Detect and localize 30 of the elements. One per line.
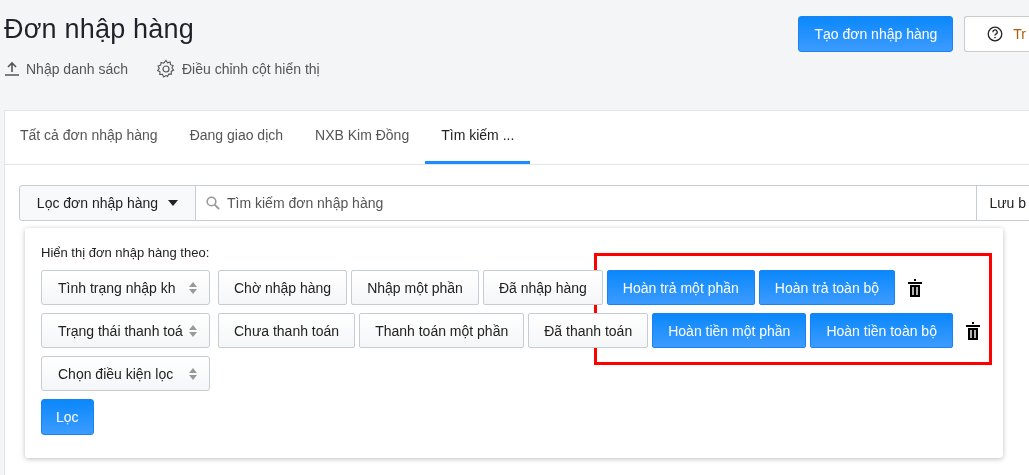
- sort-arrows-icon: [189, 367, 197, 380]
- tab[interactable]: NXB Kim Đồng: [299, 111, 426, 164]
- sort-arrows-icon: [189, 324, 197, 337]
- filter-field-select[interactable]: Tình trạng nhập kh: [41, 270, 210, 305]
- help-button[interactable]: Tr: [964, 16, 1029, 52]
- caret-icon: [168, 200, 179, 206]
- save-filter-button[interactable]: Lưu b: [977, 185, 1029, 221]
- filter-field-select[interactable]: Chọn điều kiện lọc: [41, 356, 210, 391]
- filter-option-button[interactable]: Đã thanh toán: [528, 313, 649, 348]
- filter-option-button[interactable]: Nhập một phần: [351, 270, 479, 305]
- action-link[interactable]: Nhập danh sách: [4, 59, 128, 79]
- filter-option-button[interactable]: Đã nhập hàng: [482, 270, 603, 305]
- filter-option-button[interactable]: Chờ nhập hàng: [218, 270, 348, 305]
- filter-dropdown-button[interactable]: Lọc đơn nhập hàng: [19, 185, 196, 221]
- tab[interactable]: Tìm kiếm ...: [425, 111, 531, 164]
- upload-icon: [4, 61, 20, 77]
- tab[interactable]: Tất cả đơn nhập hàng: [20, 111, 174, 164]
- filter-option-button[interactable]: Thanh toán một phần: [359, 313, 525, 348]
- trash-icon[interactable]: [907, 278, 924, 297]
- sort-arrows-icon: [189, 281, 197, 294]
- page-title: Đơn nhập hàng: [4, 14, 195, 45]
- search-field[interactable]: Tìm kiếm đơn nhập hàng: [196, 185, 978, 221]
- help-icon: [987, 26, 1004, 42]
- trash-icon[interactable]: [964, 321, 981, 340]
- filter-field-select[interactable]: Trạng thái thanh toá: [41, 313, 210, 348]
- filter-option-button[interactable]: Chưa thanh toán: [218, 313, 356, 348]
- action-link[interactable]: Điều chỉnh cột hiển thị: [155, 59, 320, 79]
- settings-icon: [155, 59, 176, 79]
- tab[interactable]: Đang giao dịch: [173, 111, 300, 164]
- popup-heading: Hiển thị đơn nhập hàng theo:: [41, 245, 211, 260]
